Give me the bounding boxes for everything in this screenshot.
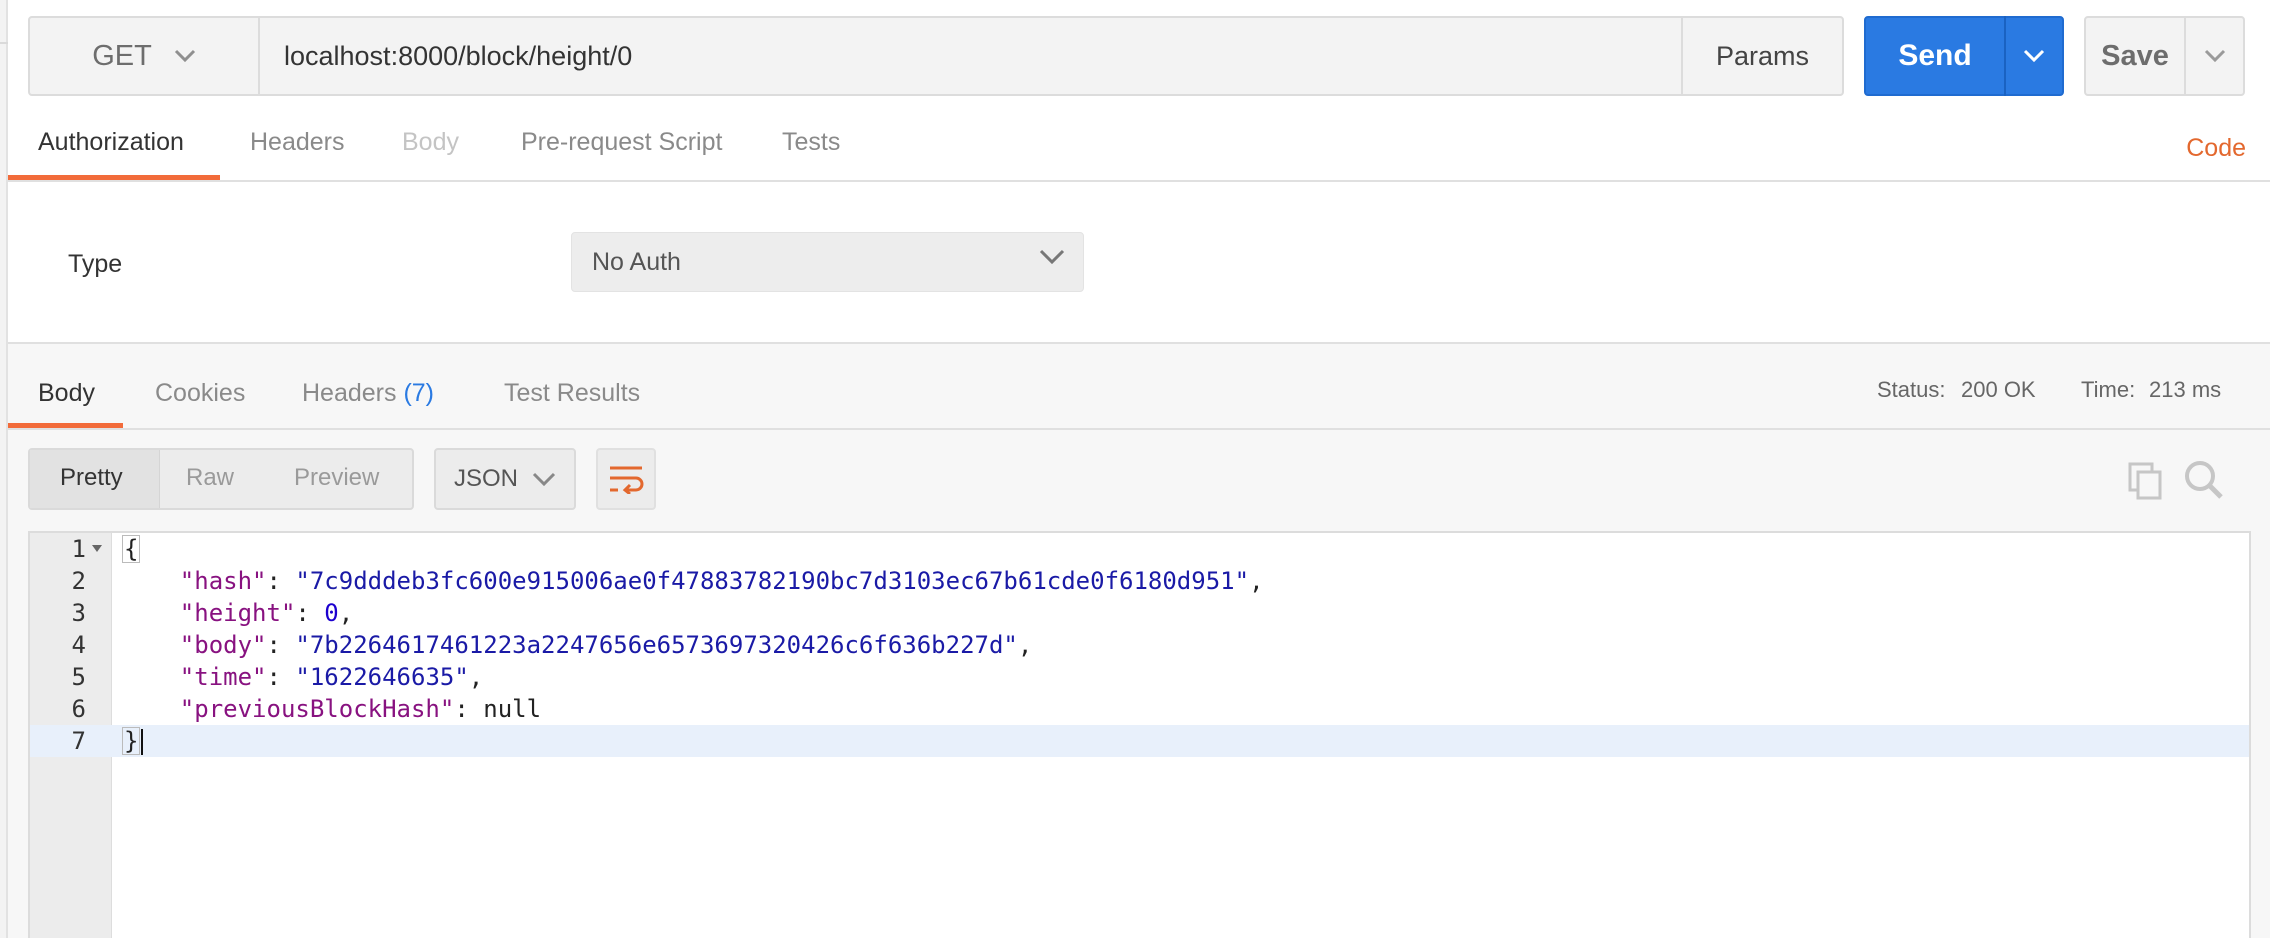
url-text: localhost:8000/block/height/0 <box>284 40 633 71</box>
text-cursor <box>141 729 144 755</box>
save-label: Save <box>2101 39 2169 72</box>
tab-test-results[interactable]: Test Results <box>504 379 640 408</box>
chevron-down-icon <box>2023 49 2045 63</box>
params-button[interactable]: Params <box>1681 16 1844 96</box>
status-label: Status: <box>1877 377 1946 402</box>
wrap-lines-button[interactable] <box>596 448 656 510</box>
code-line: 3 "height": 0, <box>30 597 2249 629</box>
save-button[interactable]: Save <box>2084 16 2245 96</box>
tab-pre-request-script[interactable]: Pre-request Script <box>521 128 722 157</box>
line-number: 4 <box>71 631 86 659</box>
view-mode-group: Pretty Raw Preview <box>28 448 414 510</box>
chevron-down-icon <box>174 49 195 63</box>
send-button[interactable]: Send <box>1864 16 2064 96</box>
line-number: 1 <box>71 535 86 563</box>
response-panel: Body Cookies Headers (7) Test Results St… <box>8 342 2270 938</box>
chevron-down-icon <box>1039 249 1065 265</box>
left-panel-edge[interactable] <box>0 0 8 938</box>
tab-headers[interactable]: Headers <box>250 128 345 157</box>
line-number: 6 <box>71 695 86 723</box>
auth-type-label: Type <box>68 250 123 278</box>
chevron-down-icon <box>2204 49 2225 63</box>
json-key: "previousBlockHash" <box>179 695 455 723</box>
code-line: 2 "hash": "7c9dddeb3fc600e915006ae0f4788… <box>30 565 2249 597</box>
method-label: GET <box>92 39 152 72</box>
headers-count-badge: (7) <box>403 379 435 407</box>
view-preview-button[interactable]: Preview <box>294 464 379 492</box>
open-brace: { <box>122 535 141 563</box>
json-key: "height" <box>179 599 296 627</box>
authorization-panel: Type No Auth <box>8 182 2270 342</box>
tab-cookies[interactable]: Cookies <box>155 379 245 408</box>
tab-tests[interactable]: Tests <box>782 128 840 157</box>
response-body-editor[interactable]: 1 { 2 "hash": "7c9dddeb3fc600e915006ae0f… <box>28 531 2251 938</box>
view-raw-button[interactable]: Raw <box>186 464 234 492</box>
tab-response-body[interactable]: Body <box>38 379 95 408</box>
copy-icon[interactable] <box>2128 462 2164 500</box>
code-line: 1 { <box>30 533 2249 565</box>
line-number: 7 <box>71 727 86 755</box>
view-pretty-button[interactable]: Pretty <box>60 464 123 492</box>
line-number: 5 <box>71 663 86 691</box>
auth-type-select[interactable]: No Auth <box>571 232 1084 292</box>
time-label: Time: <box>2081 377 2136 402</box>
chevron-down-icon <box>532 472 556 486</box>
tab-response-headers[interactable]: Headers (7) <box>302 379 434 408</box>
response-tabs: Body Cookies Headers (7) Test Results St… <box>8 344 2270 430</box>
json-key: "hash" <box>179 567 267 595</box>
method-select[interactable]: GET <box>28 16 260 96</box>
url-input[interactable]: localhost:8000/block/height/0 <box>258 16 1683 96</box>
active-response-tab-indicator <box>8 423 123 428</box>
wrap-lines-icon <box>610 466 644 494</box>
status-value: 200 OK <box>1961 377 2036 402</box>
code-link[interactable]: Code <box>2186 134 2246 163</box>
code-line-current: 7 } <box>30 725 2249 757</box>
tab-body[interactable]: Body <box>402 128 459 157</box>
save-dropdown-button[interactable] <box>2186 49 2243 63</box>
panel-divider-tick <box>0 42 8 44</box>
send-dropdown-button[interactable] <box>2006 49 2062 63</box>
response-headers-label: Headers <box>302 379 397 407</box>
format-select[interactable]: JSON <box>434 448 576 510</box>
fold-arrow-icon[interactable] <box>92 545 102 552</box>
code-line: 6 "previousBlockHash": null <box>30 693 2249 725</box>
code-line: 5 "time": "1622646635", <box>30 661 2249 693</box>
auth-type-value: No Auth <box>592 247 681 276</box>
json-number-value: 0 <box>324 599 339 627</box>
json-null-value: null <box>483 695 542 723</box>
active-tab-indicator <box>8 175 220 180</box>
search-icon[interactable] <box>2184 460 2224 500</box>
line-number: 3 <box>71 599 86 627</box>
code-line: 4 "body": "7b2264617461223a2247656e65736… <box>30 629 2249 661</box>
time-value: 213 ms <box>2149 377 2222 402</box>
line-number: 2 <box>71 567 86 595</box>
request-tabs: Authorization Headers Body Pre-request S… <box>8 110 2270 182</box>
json-string-value: "7b2264617461223a2247656e6573697320426c6… <box>295 631 1018 659</box>
close-brace: } <box>122 727 141 755</box>
format-value: JSON <box>454 465 519 492</box>
send-label: Send <box>1898 39 1972 72</box>
json-string-value: "7c9dddeb3fc600e915006ae0f47883782190bc7… <box>295 567 1250 595</box>
json-key: "body" <box>179 631 267 659</box>
tab-authorization[interactable]: Authorization <box>38 128 184 157</box>
json-key: "time" <box>179 663 267 691</box>
json-string-value: "1622646635" <box>295 663 469 691</box>
